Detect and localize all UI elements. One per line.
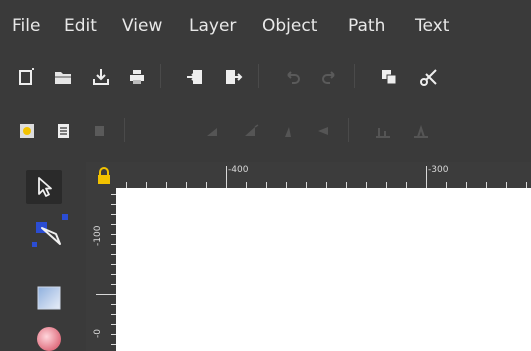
menu-file[interactable]: File: [12, 16, 40, 36]
export-icon[interactable]: [222, 66, 244, 88]
ruler-tick: [96, 294, 116, 295]
toolbar-separator: [124, 118, 125, 142]
ruler-label: -100: [93, 225, 103, 246]
save-icon[interactable]: [90, 66, 112, 88]
commands-toolbar: [0, 52, 531, 100]
align-bottom-icon[interactable]: [410, 120, 432, 142]
toolbar-separator: [354, 64, 355, 88]
redo-icon[interactable]: [318, 66, 340, 88]
menu-path[interactable]: Path: [348, 16, 385, 36]
ruler-label: -0: [93, 329, 103, 338]
ruler-tick: [426, 166, 427, 188]
toolbox: [0, 162, 86, 351]
duplicate-icon[interactable]: [378, 66, 400, 88]
align-center-icon[interactable]: [240, 120, 262, 142]
menu-object[interactable]: Object: [262, 16, 317, 36]
import-icon[interactable]: [184, 66, 206, 88]
toolbar-separator: [160, 64, 161, 88]
toolbar-separator: [258, 64, 259, 88]
ruler-corner: [92, 164, 116, 188]
align-right-icon[interactable]: [276, 120, 298, 142]
undo-icon[interactable]: [282, 66, 304, 88]
selector-arrow-icon[interactable]: [26, 170, 62, 204]
ruler-label: -300: [428, 165, 449, 175]
menu-bar: File Edit View Layer Object Path Text: [0, 0, 531, 52]
zoom-page-icon[interactable]: [88, 120, 110, 142]
vertical-ruler[interactable]: -100 -0: [92, 188, 116, 351]
drawing-canvas[interactable]: [116, 188, 531, 351]
align-middle-icon[interactable]: [372, 120, 394, 142]
menu-edit[interactable]: Edit: [64, 16, 97, 36]
align-left-icon[interactable]: [202, 120, 224, 142]
cut-icon[interactable]: [418, 66, 440, 88]
menu-layer[interactable]: Layer: [189, 16, 236, 36]
ruler-tick: [226, 166, 227, 188]
lock-icon[interactable]: [92, 164, 116, 188]
rectangle-tool-icon[interactable]: [30, 282, 68, 314]
menu-text[interactable]: Text: [415, 16, 449, 36]
zoom-selection-icon[interactable]: [16, 120, 38, 142]
open-folder-icon[interactable]: [52, 66, 74, 88]
horizontal-ruler[interactable]: -400 -300: [116, 164, 531, 188]
align-toolbar: [0, 100, 531, 162]
circle-tool-icon[interactable]: [30, 322, 68, 351]
print-icon[interactable]: [126, 66, 148, 88]
node-editor-icon[interactable]: [28, 212, 74, 256]
menu-view[interactable]: View: [122, 16, 162, 36]
zoom-drawing-icon[interactable]: [52, 120, 74, 142]
ruler-label: -400: [228, 165, 249, 175]
new-document-icon[interactable]: [16, 66, 38, 88]
toolbar-separator: [348, 118, 349, 142]
align-top-icon[interactable]: [312, 120, 334, 142]
